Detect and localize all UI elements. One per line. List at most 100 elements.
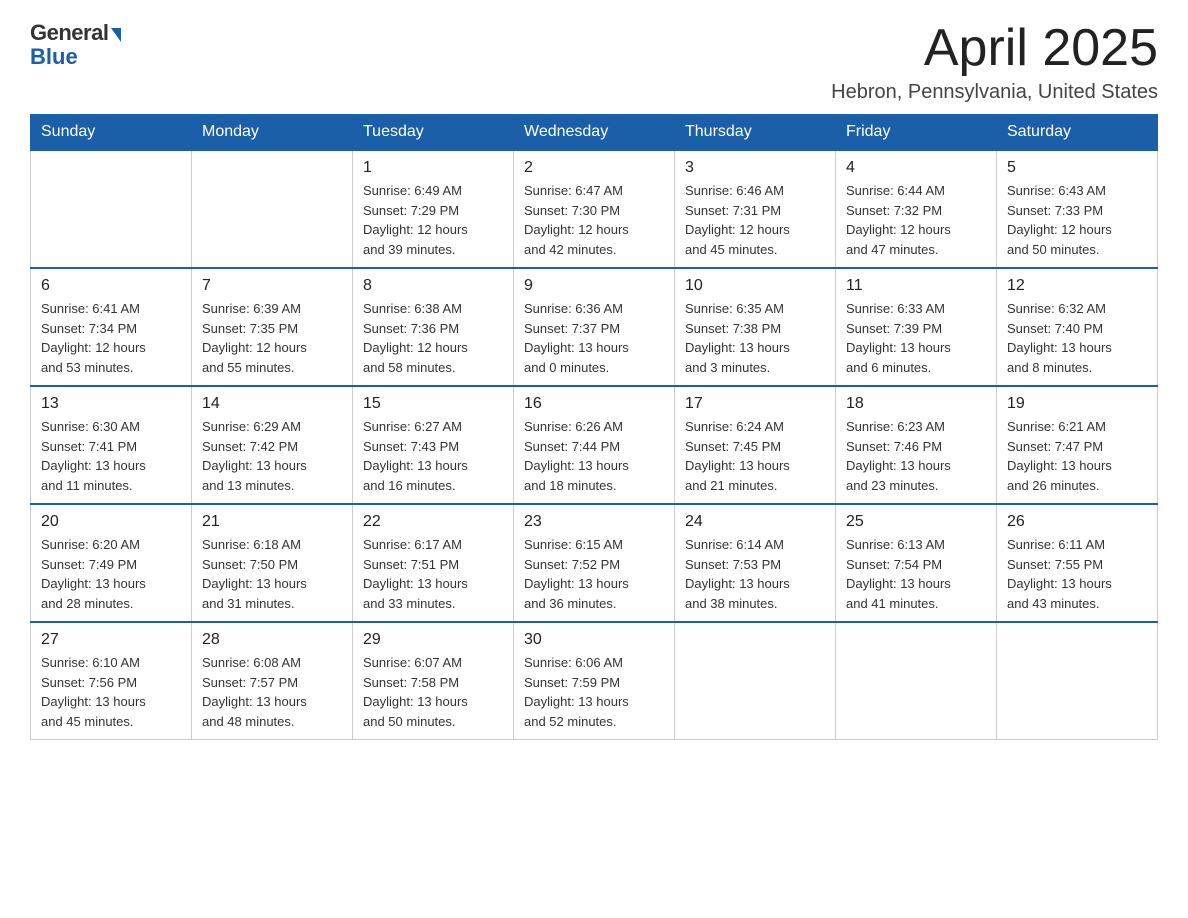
day-number: 22 [363,513,503,531]
day-info-line: and 43 minutes. [1007,594,1147,614]
day-info-line: Daylight: 13 hours [363,692,503,712]
day-info-line: Sunset: 7:58 PM [363,673,503,693]
day-info-line: Sunrise: 6:36 AM [524,299,664,319]
day-info-line: and 11 minutes. [41,476,181,496]
day-info-line: Sunset: 7:46 PM [846,437,986,457]
calendar-cell: 24Sunrise: 6:14 AMSunset: 7:53 PMDayligh… [675,504,836,622]
header-wednesday: Wednesday [514,115,675,151]
day-info-line: and 0 minutes. [524,358,664,378]
day-number: 21 [202,513,342,531]
header-tuesday: Tuesday [353,115,514,151]
calendar-cell: 29Sunrise: 6:07 AMSunset: 7:58 PMDayligh… [353,622,514,740]
day-info-line: Sunrise: 6:15 AM [524,535,664,555]
day-number: 14 [202,395,342,413]
calendar-cell: 25Sunrise: 6:13 AMSunset: 7:54 PMDayligh… [836,504,997,622]
day-info-line: Sunrise: 6:11 AM [1007,535,1147,555]
calendar-cell: 27Sunrise: 6:10 AMSunset: 7:56 PMDayligh… [31,622,192,740]
day-number: 16 [524,395,664,413]
day-info-line: Sunrise: 6:08 AM [202,653,342,673]
day-info-line: and 3 minutes. [685,358,825,378]
day-info-line: Daylight: 13 hours [846,338,986,358]
day-info-line: Sunrise: 6:20 AM [41,535,181,555]
day-info-line: Sunset: 7:59 PM [524,673,664,693]
header-monday: Monday [192,115,353,151]
day-info-line: and 38 minutes. [685,594,825,614]
day-number: 29 [363,631,503,649]
day-info-line: Sunset: 7:47 PM [1007,437,1147,457]
calendar-cell: 10Sunrise: 6:35 AMSunset: 7:38 PMDayligh… [675,268,836,386]
calendar-cell [192,150,353,268]
day-info-line: Daylight: 13 hours [524,692,664,712]
day-number: 1 [363,159,503,177]
calendar-cell [836,622,997,740]
day-info-line: Sunset: 7:38 PM [685,319,825,339]
calendar-cell: 1Sunrise: 6:49 AMSunset: 7:29 PMDaylight… [353,150,514,268]
day-info-line: and 48 minutes. [202,712,342,732]
day-info-line: and 18 minutes. [524,476,664,496]
week-row-5: 27Sunrise: 6:10 AMSunset: 7:56 PMDayligh… [31,622,1158,740]
day-info-line: Sunset: 7:49 PM [41,555,181,575]
day-info-line: Daylight: 13 hours [685,456,825,476]
calendar-cell: 16Sunrise: 6:26 AMSunset: 7:44 PMDayligh… [514,386,675,504]
day-info-line: Daylight: 13 hours [41,574,181,594]
calendar-cell: 8Sunrise: 6:38 AMSunset: 7:36 PMDaylight… [353,268,514,386]
day-info-line: Daylight: 13 hours [363,574,503,594]
day-info-line: Daylight: 12 hours [363,338,503,358]
day-info-line: and 45 minutes. [41,712,181,732]
day-info-line: and 26 minutes. [1007,476,1147,496]
day-info-line: and 41 minutes. [846,594,986,614]
calendar-cell: 6Sunrise: 6:41 AMSunset: 7:34 PMDaylight… [31,268,192,386]
day-number: 18 [846,395,986,413]
calendar-cell [675,622,836,740]
calendar-header-row: SundayMondayTuesdayWednesdayThursdayFrid… [31,115,1158,151]
calendar-cell: 7Sunrise: 6:39 AMSunset: 7:35 PMDaylight… [192,268,353,386]
day-number: 23 [524,513,664,531]
day-info-line: Sunrise: 6:44 AM [846,181,986,201]
day-info-line: and 53 minutes. [41,358,181,378]
day-info-line: Sunrise: 6:17 AM [363,535,503,555]
day-info-line: Sunrise: 6:49 AM [363,181,503,201]
calendar-cell: 12Sunrise: 6:32 AMSunset: 7:40 PMDayligh… [997,268,1158,386]
day-info-line: and 50 minutes. [363,712,503,732]
day-info-line: Sunset: 7:30 PM [524,201,664,221]
day-info-line: Sunrise: 6:41 AM [41,299,181,319]
day-number: 17 [685,395,825,413]
week-row-1: 1Sunrise: 6:49 AMSunset: 7:29 PMDaylight… [31,150,1158,268]
day-info-line: and 52 minutes. [524,712,664,732]
day-number: 13 [41,395,181,413]
day-info-line: and 42 minutes. [524,240,664,260]
calendar-cell: 13 Sunrise: 6:30 AMSunset: 7:41 PMDayligh… [31,386,192,504]
day-info-line: and 39 minutes. [363,240,503,260]
day-info-line: Sunrise: 6:43 AM [1007,181,1147,201]
day-info-line: and 6 minutes. [846,358,986,378]
day-info-line: Sunrise: 6:21 AM [1007,417,1147,437]
day-info-line: Sunrise: 6:27 AM [363,417,503,437]
day-info-line: and 8 minutes. [1007,358,1147,378]
day-info-line: Sunset: 7:43 PM [363,437,503,457]
day-info-line: Sunrise: 6:38 AM [363,299,503,319]
day-info-line: Daylight: 13 hours [41,456,181,476]
day-info-line: Daylight: 13 hours [846,456,986,476]
calendar-cell: 20Sunrise: 6:20 AMSunset: 7:49 PMDayligh… [31,504,192,622]
day-info-line: Sunrise: 6:35 AM [685,299,825,319]
day-info-line: Sunrise: 6:14 AM [685,535,825,555]
day-info-line: Sunset: 7:40 PM [1007,319,1147,339]
day-info-line: Sunset: 7:37 PM [524,319,664,339]
day-number: 26 [1007,513,1147,531]
title-section: April 2025 Hebron, Pennsylvania, United … [831,20,1158,104]
day-number: 10 [685,277,825,295]
day-info-line: Sunrise: 6:10 AM [41,653,181,673]
day-info-line: Sunrise: 6:30 AM [41,417,181,437]
logo: General Blue [30,20,121,70]
calendar-cell: 28Sunrise: 6:08 AMSunset: 7:57 PMDayligh… [192,622,353,740]
day-info-line: Daylight: 12 hours [524,220,664,240]
calendar-cell: 22Sunrise: 6:17 AMSunset: 7:51 PMDayligh… [353,504,514,622]
day-info-line: Daylight: 12 hours [1007,220,1147,240]
calendar-cell: 21Sunrise: 6:18 AMSunset: 7:50 PMDayligh… [192,504,353,622]
day-info-line: and 50 minutes. [1007,240,1147,260]
calendar-cell: 4Sunrise: 6:44 AMSunset: 7:32 PMDaylight… [836,150,997,268]
day-info-line: Sunrise: 6:23 AM [846,417,986,437]
day-info-line: Sunset: 7:41 PM [41,437,181,457]
logo-arrow-icon [111,28,121,42]
day-info-line: Sunset: 7:44 PM [524,437,664,457]
